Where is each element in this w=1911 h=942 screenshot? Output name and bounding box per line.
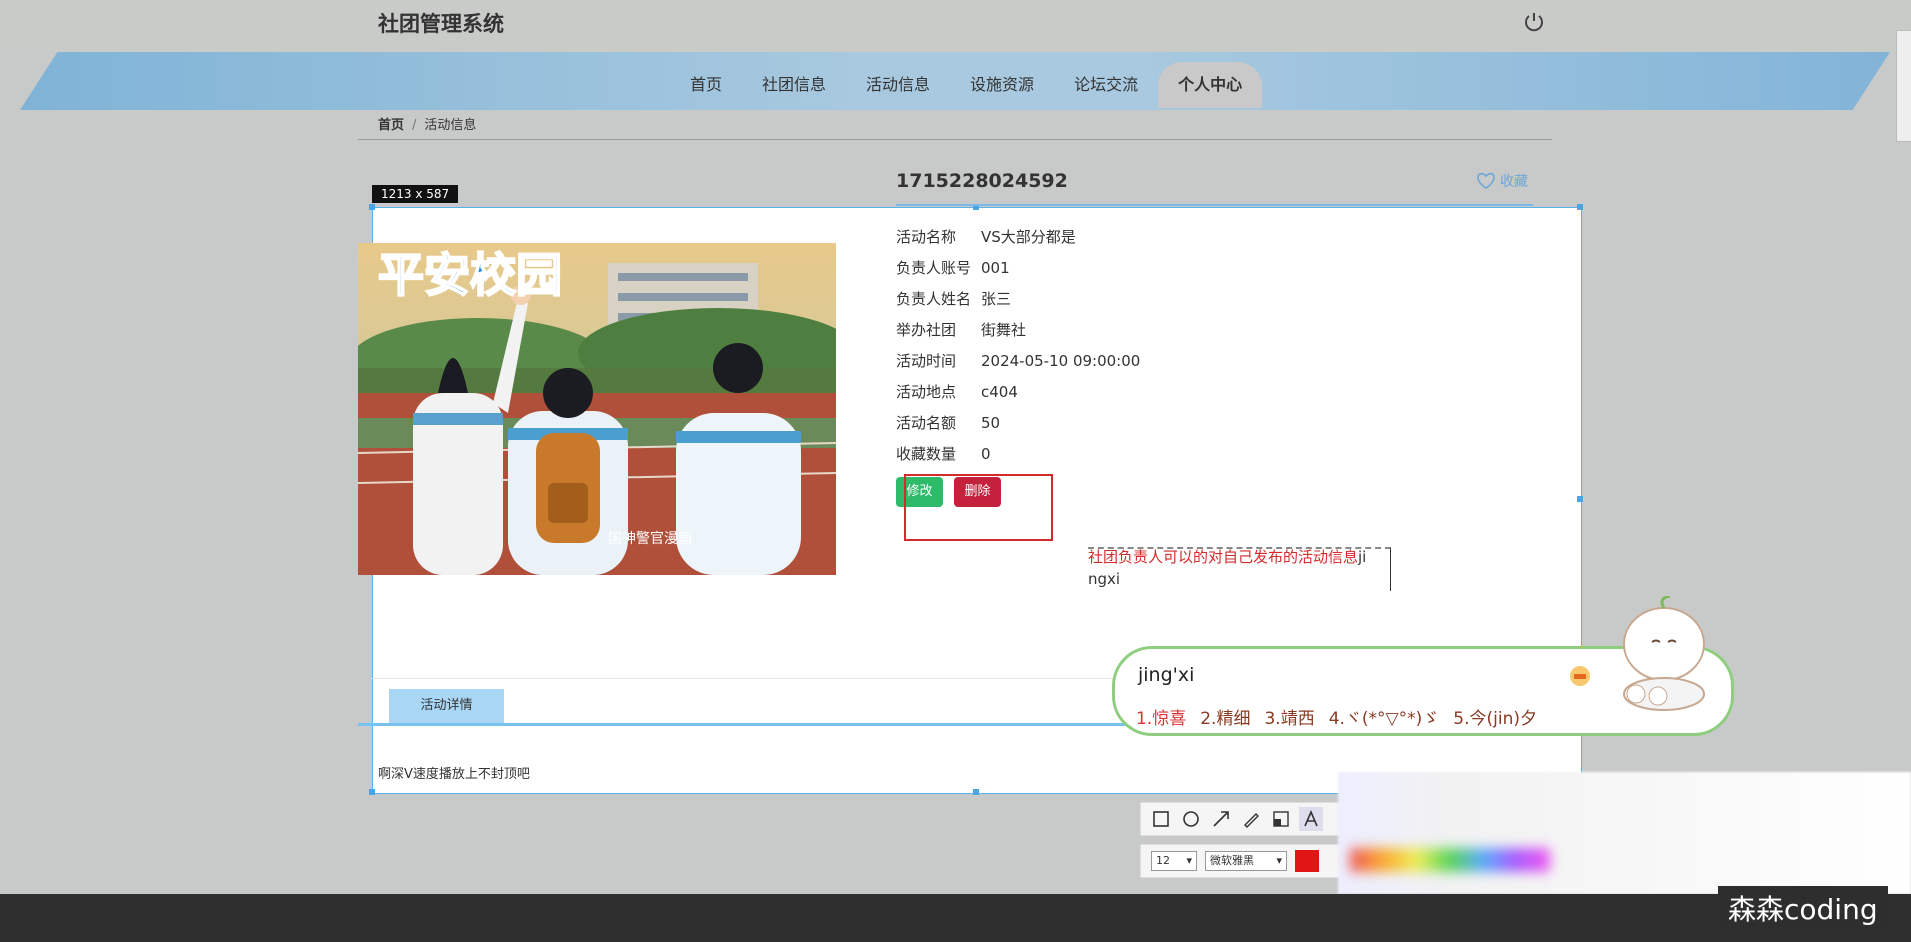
- info-label: 活动名称: [896, 228, 957, 246]
- heart-icon: [1477, 172, 1495, 189]
- info-value: 0: [981, 444, 991, 463]
- color-palette[interactable]: [1350, 848, 1550, 872]
- pencil-icon[interactable]: [1239, 807, 1263, 831]
- annotation-text-line2: ngxi: [1088, 570, 1121, 588]
- mascot-icon: [1623, 596, 1705, 711]
- font-size-select[interactable]: 12 ▾: [1151, 851, 1197, 871]
- font-family-select[interactable]: 微软雅黑 ▾: [1205, 851, 1287, 871]
- info-value: c404: [981, 382, 1018, 401]
- capture-handle[interactable]: [1577, 496, 1583, 502]
- info-value: 张三: [981, 290, 1012, 308]
- info-value: 50: [981, 413, 1001, 432]
- arrow-icon[interactable]: [1209, 807, 1233, 831]
- nav-item-clubs[interactable]: 社团信息: [742, 62, 846, 108]
- activity-title: 1715228024592: [896, 170, 1068, 192]
- annotation-rectangle[interactable]: [904, 474, 1053, 541]
- info-row-favorites: 收藏数量 0: [896, 438, 1140, 469]
- info-label: 负责人账号: [896, 259, 972, 277]
- font-size-value: 12: [1156, 854, 1170, 867]
- activity-info: 活动名称 VS大部分都是 负责人账号 001 负责人姓名 张三 举办社团 街舞社 活动时…: [896, 221, 1140, 469]
- ime-candidate[interactable]: 2.精细: [1200, 704, 1250, 729]
- annotation-text: 社团负责人可以的对自己发布的活动信息: [1088, 548, 1359, 566]
- tab-activity-detail[interactable]: 活动详情: [389, 689, 504, 723]
- nav-item-facilities[interactable]: 设施资源: [950, 62, 1054, 108]
- power-icon[interactable]: [1522, 10, 1546, 34]
- breadcrumb-home[interactable]: 首页: [378, 118, 404, 133]
- nav-item-activities[interactable]: 活动信息: [846, 62, 950, 108]
- info-row-name: 活动名称 VS大部分都是: [896, 221, 1140, 252]
- info-label: 活动名额: [896, 414, 957, 432]
- ime-candidate[interactable]: 3.靖西: [1264, 704, 1314, 729]
- blurred-region: [1338, 772, 1911, 894]
- nav-item-profile[interactable]: 个人中心: [1158, 62, 1263, 108]
- info-row-quota: 活动名额 50: [896, 407, 1140, 438]
- nav-item-home[interactable]: 首页: [670, 62, 742, 108]
- capture-handle[interactable]: [1577, 204, 1583, 210]
- ime-candidate[interactable]: 1.惊喜: [1136, 704, 1186, 729]
- title-underline: [896, 204, 1533, 206]
- nav-item-forum[interactable]: 论坛交流: [1054, 62, 1158, 108]
- app-title: 社团管理系统: [378, 12, 504, 36]
- color-swatch[interactable]: [1295, 850, 1319, 872]
- favorite-label: 收藏: [1500, 174, 1528, 190]
- divider: [358, 139, 1552, 140]
- text-icon[interactable]: [1299, 807, 1323, 831]
- chevron-down-icon: ▾: [1276, 854, 1282, 867]
- info-value: 街舞社: [981, 321, 1027, 339]
- info-row-time: 活动时间 2024-05-10 09:00:00: [896, 345, 1140, 376]
- capture-dimensions: 1213 x 587: [372, 185, 459, 203]
- annotation-text-tail: ji: [1358, 548, 1367, 566]
- poster-watermark: 国神警官漫画: [608, 531, 692, 547]
- capture-handle[interactable]: [369, 789, 375, 795]
- favorite-button[interactable]: 收藏: [1476, 171, 1528, 191]
- ime-composition: jing'xi: [1138, 664, 1195, 686]
- info-row-owner-account: 负责人账号 001: [896, 252, 1140, 283]
- capture-handle[interactable]: [973, 789, 979, 795]
- chevron-down-icon: ▾: [1186, 854, 1192, 867]
- info-label: 活动时间: [896, 352, 957, 370]
- ime-candidate[interactable]: 5.今(jin)夕: [1453, 704, 1537, 729]
- info-row-location: 活动地点 c404: [896, 376, 1140, 407]
- font-family-value: 微软雅黑: [1210, 854, 1254, 867]
- annotation-toolbar: [1140, 802, 1348, 836]
- top-header: [0, 0, 1911, 52]
- info-row-club: 举办社团 街舞社: [896, 314, 1140, 345]
- ime-candidates: 1.惊喜 2.精细 3.靖西 4.ヾ(*°▽°*)ゞ 5.今(jin)夕: [1136, 704, 1537, 729]
- scrollbar[interactable]: [1896, 30, 1911, 142]
- info-label: 举办社团: [896, 321, 957, 339]
- ime-skin-icon[interactable]: [1568, 664, 1592, 688]
- detail-content: 啊深V速度播放上不封顶吧: [378, 767, 530, 782]
- mosaic-icon[interactable]: [1269, 807, 1293, 831]
- ime-candidate[interactable]: 4.ヾ(*°▽°*)ゞ: [1329, 704, 1440, 729]
- ellipse-icon[interactable]: [1179, 807, 1203, 831]
- capture-handle[interactable]: [369, 204, 375, 210]
- info-value: 001: [981, 258, 1010, 277]
- info-row-owner-name: 负责人姓名 张三: [896, 283, 1140, 314]
- breadcrumb-separator: /: [412, 118, 417, 133]
- rectangle-icon[interactable]: [1149, 807, 1173, 831]
- info-value: 2024-05-10 09:00:00: [981, 351, 1141, 370]
- info-label: 活动地点: [896, 383, 957, 401]
- footer: [0, 894, 1911, 942]
- poster-title: 平安校园: [378, 248, 562, 302]
- activity-poster: 平安校园 国神警官漫画: [358, 243, 836, 575]
- main-nav: 首页 社团信息 活动信息 设施资源 论坛交流 个人中心: [670, 62, 1263, 108]
- info-value: VS大部分都是: [981, 228, 1076, 246]
- breadcrumb: 首页 / 活动信息: [378, 114, 476, 133]
- info-label: 收藏数量: [896, 445, 957, 463]
- annotation-textbox[interactable]: 社团负责人可以的对自己发布的活动信息ji ngxi: [1088, 546, 1394, 590]
- text-style-toolbar: 12 ▾ 微软雅黑 ▾: [1140, 844, 1350, 878]
- breadcrumb-current: 活动信息: [424, 118, 477, 133]
- watermark: 森森coding: [1718, 886, 1888, 930]
- info-label: 负责人姓名: [896, 290, 972, 308]
